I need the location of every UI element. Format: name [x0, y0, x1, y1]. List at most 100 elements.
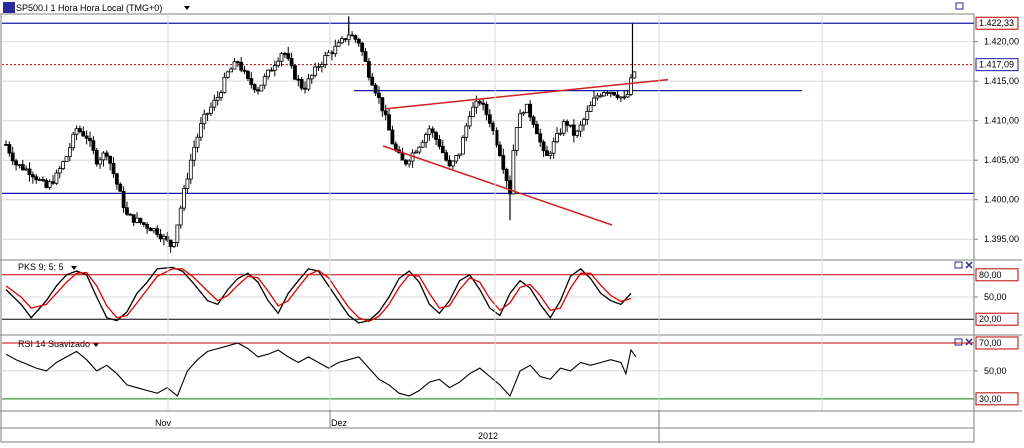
candle-body: [555, 133, 559, 143]
candle-body: [309, 74, 314, 80]
candle-body: [259, 84, 264, 92]
candle-body: [202, 113, 207, 125]
candle-body: [602, 92, 606, 97]
candle-body: [487, 114, 492, 124]
candle-body: [141, 222, 146, 225]
candle-body: [205, 112, 210, 115]
candle-body: [296, 78, 301, 81]
candle-body: [407, 160, 412, 165]
candle-body: [7, 144, 12, 154]
candle-body: [387, 114, 391, 131]
candle-body: [518, 113, 522, 128]
rsi-value-label: 30,00: [979, 394, 1002, 404]
candle-body: [138, 217, 143, 224]
candle-body: [545, 150, 549, 157]
candle-body: [145, 224, 150, 229]
price-y-tick-label: 1.415,00: [984, 76, 1019, 86]
candle-body: [363, 51, 368, 62]
candle-body: [534, 123, 539, 135]
candle-body: [417, 146, 422, 153]
candle-body: [511, 150, 516, 195]
candle-body: [4, 144, 8, 146]
candle-body: [41, 179, 45, 181]
candle-body: [272, 65, 277, 71]
x-year-label: 2012: [478, 431, 498, 441]
candle-body: [118, 183, 123, 192]
candle-body: [440, 145, 445, 154]
candle-body: [125, 207, 129, 215]
candle-body: [266, 69, 270, 78]
pks-y-tick-label: 50,00: [984, 292, 1007, 302]
candle-body: [289, 57, 294, 67]
candle-body: [444, 152, 449, 161]
candle-body: [51, 181, 55, 184]
price-y-tick-label: 1.420,00: [984, 37, 1019, 47]
candle-body: [622, 96, 627, 99]
candle-body: [44, 180, 49, 188]
candle-body: [111, 162, 116, 175]
candle-body: [558, 132, 563, 135]
candle-body: [242, 69, 247, 72]
pks-panel-label: PKS 9; 5; 5: [18, 262, 64, 272]
price-value-label: 1.422,33: [979, 18, 1014, 28]
candle-body: [61, 161, 66, 170]
candle-body: [212, 99, 217, 108]
candle-body: [128, 213, 133, 216]
candle-body: [403, 159, 408, 165]
candle-body: [360, 42, 365, 53]
candle-body: [454, 155, 459, 162]
candle-body: [370, 76, 375, 86]
candle-body: [625, 93, 630, 98]
candle-body: [20, 164, 25, 171]
candle-body: [474, 100, 479, 108]
candle-body: [185, 178, 190, 190]
candle-body: [330, 52, 334, 55]
candle-body: [17, 164, 22, 167]
candle-body: [303, 87, 307, 90]
candle-body: [71, 133, 76, 149]
candle-body: [568, 124, 573, 127]
rsi-value-label: 70,00: [979, 338, 1002, 348]
candle-body: [548, 152, 553, 157]
candle-body: [450, 160, 455, 167]
candle-body: [148, 227, 153, 232]
candle-body: [286, 53, 291, 59]
candle-body: [67, 147, 72, 158]
candle-body: [229, 68, 234, 73]
candle-body: [561, 121, 566, 134]
candle-body: [615, 94, 620, 98]
candle-body: [457, 153, 462, 156]
chart-header[interactable]: SP500.I 1 Hora Hora Local (TMG+0): [3, 2, 190, 13]
candle-body: [595, 95, 600, 99]
candle-body: [299, 79, 304, 89]
candle-body: [104, 152, 109, 157]
candle-body: [434, 132, 438, 140]
candle-body: [78, 128, 82, 133]
candle-body: [528, 103, 533, 118]
candle-body: [340, 38, 344, 44]
candle-body: [151, 228, 156, 232]
candle-body: [578, 124, 583, 132]
candle-body: [498, 144, 502, 156]
candle-body: [235, 61, 240, 64]
candle-body: [618, 96, 623, 99]
candle-body: [188, 159, 193, 180]
candle-body: [14, 160, 18, 166]
candle-body: [380, 97, 385, 112]
candle-body: [262, 76, 267, 86]
candle-body: [430, 128, 435, 133]
candle-body: [219, 92, 223, 98]
candle-body: [481, 102, 486, 105]
candle-body: [215, 97, 220, 101]
candle-body: [471, 106, 475, 118]
x-month-label-dez: Dez: [331, 418, 348, 428]
candle-body: [501, 155, 506, 170]
candle-body: [172, 242, 176, 247]
candle-body: [168, 239, 173, 247]
candle-body: [346, 34, 351, 41]
price-y-tick-label: 1.395,00: [984, 234, 1019, 244]
rsi-y-tick-label: 50,00: [984, 366, 1007, 376]
candle-body: [424, 134, 428, 143]
chart-canvas: SP500.I 1 Hora Hora Local (TMG+0) 1.395,…: [0, 0, 1024, 443]
candle-body: [350, 34, 354, 37]
